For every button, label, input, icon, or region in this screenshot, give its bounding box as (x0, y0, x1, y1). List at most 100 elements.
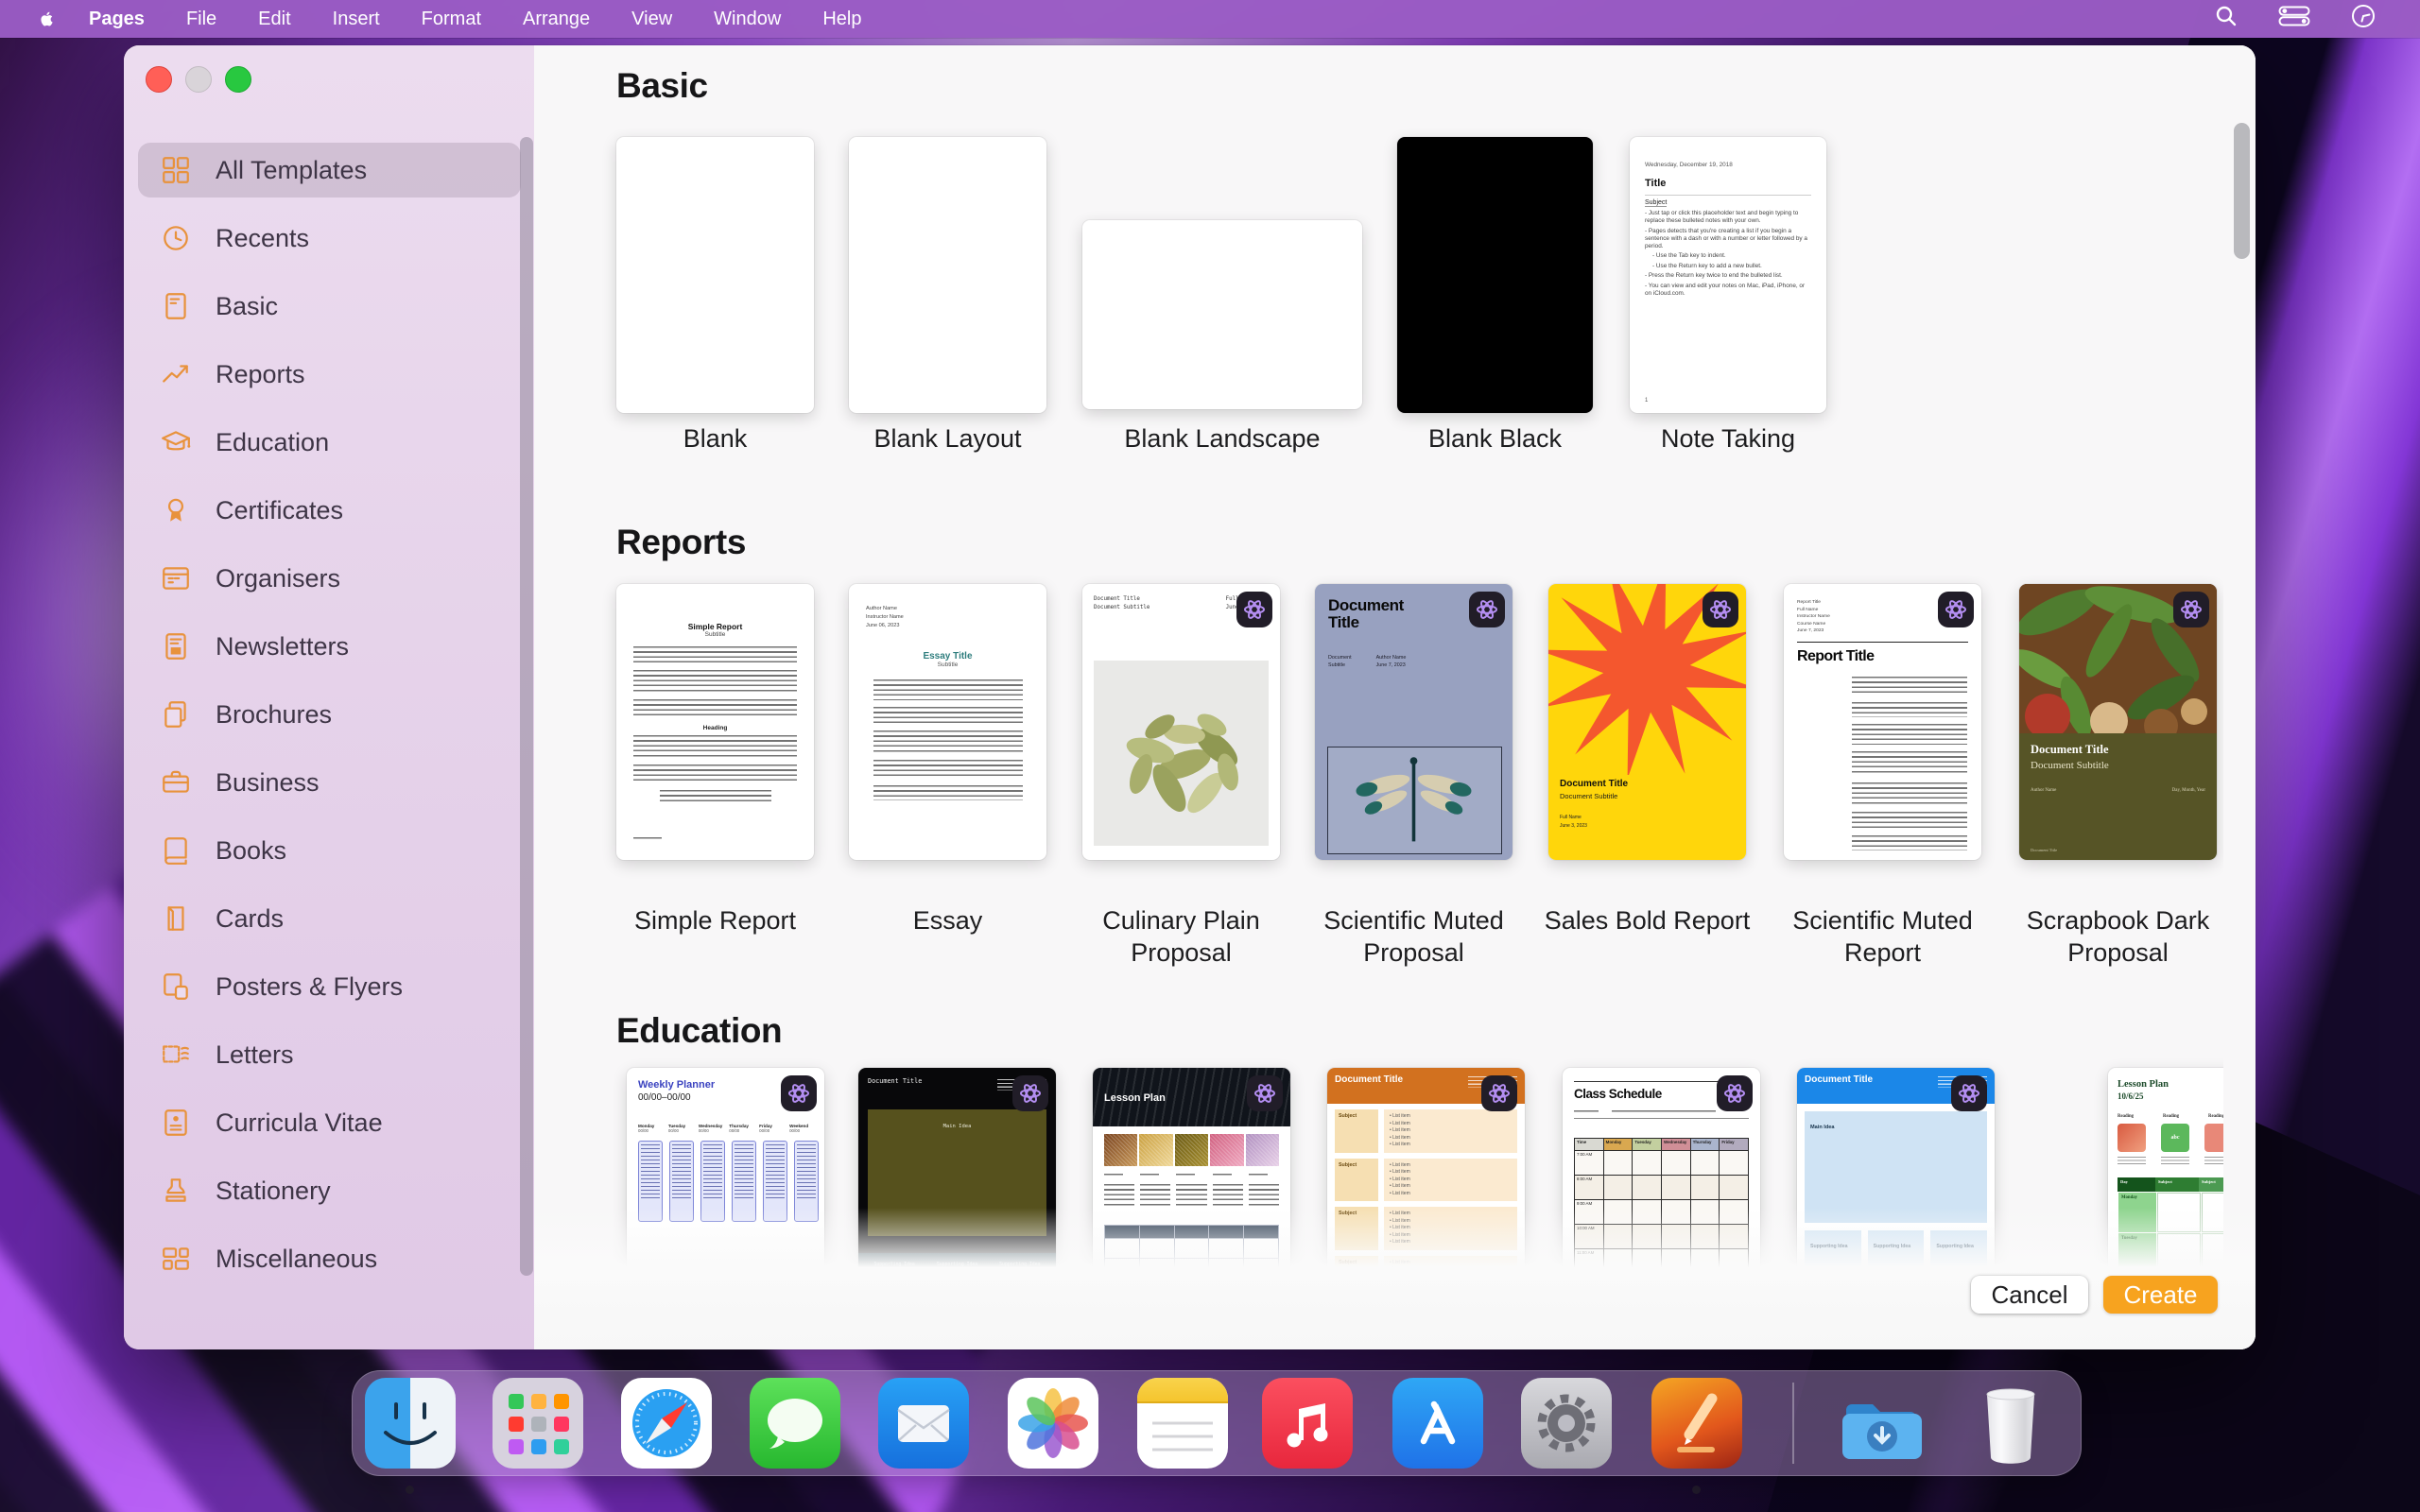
sidebar-item-label: Miscellaneous (216, 1245, 377, 1274)
dock-icon-music[interactable] (1262, 1378, 1353, 1469)
sparkle-badge-icon (1717, 1075, 1753, 1111)
menu-edit[interactable]: Edit (258, 9, 290, 30)
template-label: Note Taking (1615, 422, 1841, 455)
template-card-scientific-muted-proposal[interactable]: Document TitleDocumentSubtitleAuthor Nam… (1315, 584, 1512, 860)
menu-view[interactable]: View (631, 9, 672, 30)
sidebar-item-letters[interactable]: Letters (124, 1021, 534, 1089)
dock-icon-trash[interactable] (1965, 1378, 2056, 1469)
template-label: Blank (602, 422, 829, 455)
section-title-education: Education (616, 1011, 782, 1051)
sidebar-item-books[interactable]: Books (124, 816, 534, 885)
brochure-icon (160, 698, 192, 730)
sidebar-item-miscellaneous[interactable]: Miscellaneous (124, 1225, 534, 1293)
grid-icon (160, 154, 192, 186)
sidebar-item-label: Basic (216, 292, 278, 321)
sparkle-badge-icon (1247, 1075, 1283, 1111)
cancel-button[interactable]: Cancel (1971, 1276, 2088, 1314)
sidebar-item-newsletters[interactable]: Newsletters (124, 612, 534, 680)
dock-icon-launchpad[interactable] (493, 1378, 583, 1469)
template-card-culinary-plain-proposal[interactable]: Document TitleDocument SubtitleFull Name… (1082, 584, 1280, 860)
dock-icon-notes[interactable] (1137, 1378, 1228, 1469)
sidebar-item-cards[interactable]: Cards (124, 885, 534, 953)
dock-icon-system-settings[interactable] (1521, 1378, 1612, 1469)
sidebar-item-label: Reports (216, 360, 305, 389)
dock-icon-mail[interactable] (878, 1378, 969, 1469)
template-label: Scientific Muted Report (1770, 904, 1996, 969)
gallery-scrollbar[interactable] (2234, 123, 2250, 259)
sidebar-item-label: Books (216, 836, 286, 866)
apple-icon (36, 9, 57, 29)
menu-format[interactable]: Format (422, 9, 481, 30)
dock-icon-messages[interactable] (750, 1378, 840, 1469)
letterstamp-icon (160, 1039, 192, 1071)
close-button[interactable] (146, 66, 172, 93)
menu-arrange[interactable]: Arrange (523, 9, 590, 30)
search-icon[interactable] (2214, 4, 2238, 34)
sidebar-item-curricula-vitae[interactable]: Curricula Vitae (124, 1089, 534, 1157)
sidebar-item-organisers[interactable]: Organisers (124, 544, 534, 612)
app-menu-pages[interactable]: Pages (89, 9, 145, 30)
template-label: Blank Landscape (1109, 422, 1336, 455)
sidebar-item-business[interactable]: Business (124, 748, 534, 816)
sidebar-item-posters-flyers[interactable]: Posters & Flyers (124, 953, 534, 1021)
menu-help[interactable]: Help (822, 9, 861, 30)
clock-icon[interactable] (2350, 3, 2377, 35)
menu-window[interactable]: Window (714, 9, 781, 30)
running-indicator (406, 1486, 414, 1494)
sidebar-item-brochures[interactable]: Brochures (124, 680, 534, 748)
create-button[interactable]: Create (2103, 1276, 2218, 1314)
menu-insert[interactable]: Insert (333, 9, 380, 30)
dock-icon-safari[interactable] (621, 1378, 712, 1469)
sidebar-item-basic[interactable]: Basic (124, 272, 534, 340)
sidebar-item-reports[interactable]: Reports (124, 340, 534, 408)
sidebar-item-label: Posters & Flyers (216, 972, 403, 1002)
template-chooser-window: All Templates Recents Basic Reports Educ… (124, 45, 2256, 1349)
sidebar-item-all-templates[interactable]: All Templates (124, 136, 534, 204)
clock-icon (160, 222, 192, 254)
sidebar-scrollbar[interactable] (520, 137, 533, 1276)
dock-icon-downloads[interactable] (1837, 1378, 1927, 1469)
minimize-button[interactable] (185, 66, 212, 93)
book-icon (160, 834, 192, 867)
footer-bar: Cancel Create (534, 1208, 2256, 1349)
template-card-blank-layout[interactable] (849, 137, 1046, 413)
card-icon (160, 902, 192, 935)
template-label: Scrapbook Dark Proposal (2005, 904, 2227, 969)
sidebar-item-label: Curricula Vitae (216, 1108, 383, 1138)
running-indicator (1692, 1486, 1701, 1494)
sidebar-item-stationery[interactable]: Stationery (124, 1157, 534, 1225)
sidebar: All Templates Recents Basic Reports Educ… (124, 45, 535, 1349)
sidebar-item-certificates[interactable]: Certificates (124, 476, 534, 544)
apple-menu[interactable] (36, 9, 57, 29)
control-center-icon[interactable] (2278, 6, 2310, 32)
sparkle-badge-icon (1703, 592, 1738, 627)
window-controls (146, 66, 251, 93)
sidebar-item-recents[interactable]: Recents (124, 204, 534, 272)
zoom-button[interactable] (225, 66, 251, 93)
template-card-simple-report[interactable]: Simple ReportSubtitleHeading (616, 584, 814, 860)
template-card-essay[interactable]: Author NameInstructor NameJune 06, 2023E… (849, 584, 1046, 860)
template-card-sales-bold-report[interactable]: Document TitleDocument SubtitleFull Name… (1548, 584, 1746, 860)
template-card-blank[interactable] (616, 137, 814, 413)
template-card-blank-black[interactable] (1397, 137, 1593, 413)
dock-icon-photos[interactable] (1008, 1378, 1098, 1469)
dock-icon-app-store[interactable] (1392, 1378, 1483, 1469)
dock-icon-pages[interactable] (1651, 1378, 1742, 1469)
template-card-blank-landscape[interactable] (1082, 220, 1362, 409)
dock-icon-finder[interactable] (365, 1378, 456, 1469)
sidebar-item-education[interactable]: Education (124, 408, 534, 476)
sparkle-badge-icon (1012, 1075, 1048, 1111)
sidebar-item-label: Stationery (216, 1177, 331, 1206)
sparkle-badge-icon (2173, 592, 2209, 627)
newsletter-icon (160, 630, 192, 662)
template-card-note-taking[interactable]: Wednesday, December 19, 2018TitleSubject… (1630, 137, 1826, 413)
poster-icon (160, 971, 192, 1003)
section-title-basic: Basic (616, 66, 708, 106)
sparkle-badge-icon (1951, 1075, 1987, 1111)
sidebar-item-label: Business (216, 768, 320, 798)
template-card-scrapbook-dark-proposal[interactable]: Document TitleDocument SubtitleAuthor Na… (2019, 584, 2217, 860)
sidebar-item-label: Education (216, 428, 329, 457)
template-label: Essay (835, 904, 1062, 936)
template-card-scientific-muted-report[interactable]: Report TitleFull NameInstructor NameCour… (1784, 584, 1981, 860)
menu-file[interactable]: File (186, 9, 216, 30)
